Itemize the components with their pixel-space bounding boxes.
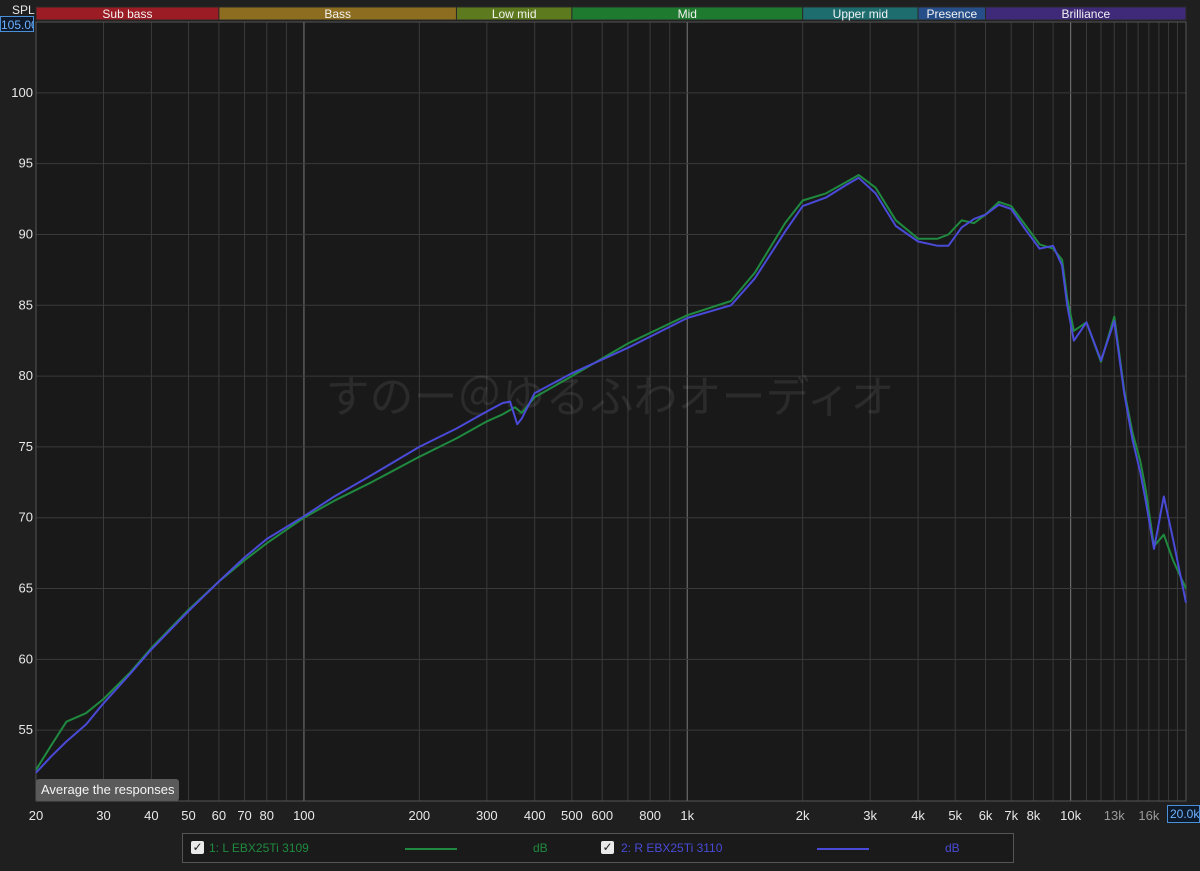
x-tick-label: 2k [796,808,810,823]
watermark: すのー＠ゆるふわオーディオ [326,372,895,423]
band-label-0: Sub bass [102,7,152,21]
x-tick-label: 300 [476,808,498,823]
y-tick-label: 75 [19,439,33,454]
x-tick-label: 7k [1004,808,1018,823]
x-tick-label: 20 [29,808,43,823]
legend-item-left[interactable]: ✓ 1: L EBX25Ti 3109 dB [183,834,593,862]
x-tick-label: 13k [1104,808,1125,823]
x-tick-label: 40 [144,808,158,823]
y-axis-title: SPL [12,3,35,17]
right-trace-checkbox[interactable]: ✓ [601,841,614,854]
band-label-4: Upper mid [833,7,888,21]
right-trace-unit: dB [945,841,960,855]
x-tick-label: 200 [408,808,430,823]
y-axis-top-field[interactable]: 105.00 [0,16,34,32]
y-tick-label: 85 [19,297,33,312]
x-tick-label: 800 [639,808,661,823]
y-tick-label: 65 [19,581,33,596]
x-tick-label: 600 [591,808,613,823]
y-axis-ticks: 55 60 65 70 75 80 85 90 95 100 [11,85,33,737]
legend-item-right[interactable]: ✓ 2: R EBX25Ti 3110 dB [595,834,1005,862]
right-trace-swatch [817,848,869,850]
x-tick-label: 5k [948,808,962,823]
y-tick-label: 80 [19,368,33,383]
y-tick-label: 60 [19,651,33,666]
left-trace-checkbox[interactable]: ✓ [191,841,204,854]
right-trace-name: 2: R EBX25Ti 3110 [621,841,723,855]
band-label-2: Low mid [492,7,537,21]
spl-chart: Sub bass Bass Low mid Mid Upper mid Presence B… [11,3,1187,823]
y-tick-label: 70 [19,510,33,525]
x-tick-label: 500 [561,808,583,823]
x-tick-label: 50 [181,808,195,823]
x-tick-label: 400 [524,808,546,823]
left-trace-unit: dB [533,841,548,855]
x-tick-label: 6k [979,808,993,823]
y-tick-label: 95 [19,156,33,171]
frequency-bands: Sub bass Bass Low mid Mid Upper mid Presence B… [35,6,1187,21]
band-label-3: Mid [678,7,697,21]
x-tick-label: 1k [680,808,694,823]
rew-graph-window: Sub bass Bass Low mid Mid Upper mid Presence B… [0,0,1200,871]
x-tick-label: 70 [237,808,251,823]
y-tick-label: 90 [19,226,33,241]
x-tick-label: 30 [96,808,110,823]
x-axis-end-field[interactable]: 20.0k [1167,805,1200,823]
band-label-5: Presence [926,7,977,21]
x-axis-ticks: 20 30 40 50 60 70 80 100 200 300 400 500 600 800 1k 2k 3… [29,808,1160,823]
x-tick-label: 80 [260,808,274,823]
legend: ✓ 1: L EBX25Ti 3109 dB ✓ 2: R EBX25Ti 31… [182,833,1014,863]
x-tick-label: 4k [911,808,925,823]
y-tick-label: 100 [11,85,33,100]
band-label-1: Bass [324,7,351,21]
x-tick-label: 10k [1060,808,1081,823]
x-tick-label: 3k [863,808,877,823]
band-label-6: Brilliance [1061,7,1110,21]
left-trace-swatch [405,848,457,850]
x-tick-label: 16k [1138,808,1159,823]
y-tick-label: 55 [19,722,33,737]
x-tick-label: 8k [1027,808,1041,823]
left-trace-name: 1: L EBX25Ti 3109 [209,841,309,855]
x-tick-label: 60 [212,808,226,823]
average-responses-button[interactable]: Average the responses [36,779,180,801]
x-tick-label: 100 [293,808,315,823]
